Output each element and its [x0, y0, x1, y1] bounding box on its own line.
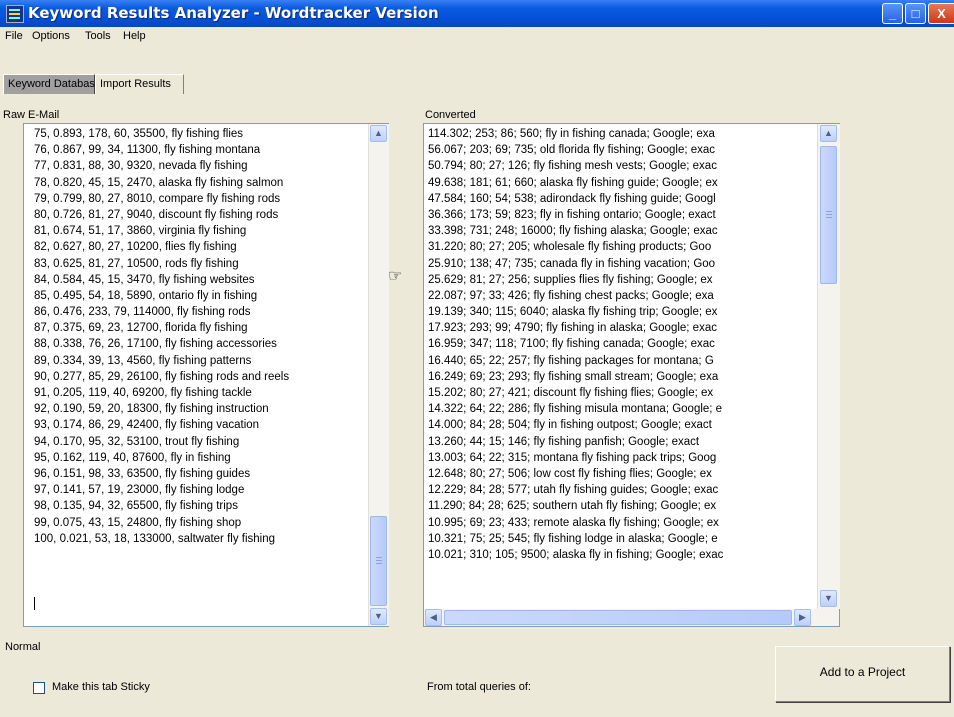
- sticky-checkbox[interactable]: [33, 682, 45, 694]
- pointing-hand-icon: ☞: [388, 268, 403, 285]
- raw-email-line: 92, 0.190, 59, 20, 18300, fly fishing in…: [34, 403, 269, 416]
- raw-scroll-up-button[interactable]: ▲: [370, 125, 387, 142]
- sticky-checkbox-label[interactable]: Make this tab Sticky: [52, 681, 150, 693]
- raw-email-line: 93, 0.174, 86, 29, 42400, fly fishing va…: [34, 419, 260, 432]
- converted-label: Converted: [425, 109, 476, 121]
- converted-line: 10.321; 75; 25; 545; fly fishing lodge i…: [428, 532, 718, 545]
- menu-bar: File Options Tools Help: [0, 27, 954, 46]
- raw-email-line: 99, 0.075, 43, 15, 24800, fly fishing sh…: [34, 516, 242, 529]
- converted-line: 11.290; 84; 28; 625; southern utah fly f…: [428, 500, 717, 513]
- menu-tools[interactable]: Tools: [85, 30, 111, 42]
- window-title: Keyword Results Analyzer - Wordtracker V…: [28, 4, 439, 22]
- raw-email-line: 82, 0.627, 80, 27, 10200, flies fly fish…: [34, 241, 237, 254]
- from-total-label: From total queries of:: [427, 681, 531, 693]
- raw-email-line: 75, 0.893, 178, 60, 35500, fly fishing f…: [34, 128, 244, 140]
- converted-line: 25.910; 138; 47; 735; canada fly in fish…: [428, 257, 716, 270]
- converted-scroll-left-button[interactable]: ◀: [425, 609, 442, 626]
- raw-email-label: Raw E-Mail: [3, 109, 60, 121]
- status-text: Normal: [5, 641, 41, 653]
- raw-email-line: 94, 0.170, 95, 32, 53100, trout fly fish…: [34, 435, 240, 448]
- raw-scroll-thumb[interactable]: [370, 516, 387, 606]
- raw-email-line: 98, 0.135, 94, 32, 65500, fly fishing tr…: [34, 500, 238, 513]
- raw-email-line: 95, 0.162, 119, 40, 87600, fly in fishin…: [34, 451, 231, 464]
- add-to-project-button[interactable]: Add to a Project: [775, 646, 950, 702]
- converted-line: 12.229; 84; 28; 577; utah fly fishing gu…: [428, 484, 719, 497]
- raw-email-line: 77, 0.831, 88, 30, 9320, nevada fly fish…: [34, 160, 248, 173]
- raw-email-line: 83, 0.625, 81, 27, 10500, rods fly fishi…: [34, 257, 239, 270]
- raw-email-line: 86, 0.476, 233, 79, 114000, fly fishing …: [34, 306, 251, 319]
- converted-line: 16.249; 69; 23; 293; fly fishing small s…: [428, 370, 719, 383]
- tab-keyword-database[interactable]: Keyword Database: [3, 74, 101, 94]
- raw-email-line: 87, 0.375, 69, 23, 12700, florida fly fi…: [34, 322, 248, 335]
- raw-email-line: 97, 0.141, 57, 19, 23000, fly fishing lo…: [34, 484, 245, 497]
- raw-scroll-down-button[interactable]: ▼: [370, 608, 387, 625]
- converted-line: 16.959; 347; 118; 7100; fly fishing cana…: [428, 338, 715, 351]
- converted-line: 31.220; 80; 27; 205; wholesale fly fishi…: [428, 241, 712, 254]
- converted-line: 33.398; 731; 248; 16000; fly fishing ala…: [428, 225, 718, 238]
- converted-line: 15.202; 80; 27; 421; discount fly fishin…: [428, 387, 714, 399]
- converted-list: 114.302; 253; 86; 560; fly in fishing ca…: [428, 126, 816, 618]
- raw-email-line: 88, 0.338, 76, 26, 17100, fly fishing ac…: [34, 338, 277, 351]
- app-icon[interactable]: [6, 5, 24, 23]
- title-bar[interactable]: Keyword Results Analyzer - Wordtracker V…: [0, 0, 954, 27]
- converted-line: 17.923; 293; 99; 4790; fly fishing in al…: [428, 322, 717, 335]
- converted-hscroll-thumb[interactable]: [444, 610, 792, 625]
- raw-email-line: 85, 0.495, 54, 18, 5890, ontario fly in …: [34, 289, 258, 302]
- menu-help[interactable]: Help: [123, 30, 146, 42]
- converted-scroll-up-button[interactable]: ▲: [820, 125, 837, 142]
- minimize-button[interactable]: _: [882, 3, 903, 24]
- converted-line: 114.302; 253; 86; 560; fly in fishing ca…: [428, 128, 715, 140]
- raw-email-line: 80, 0.726, 81, 27, 9040, discount fly fi…: [34, 208, 279, 221]
- converted-scroll-right-button[interactable]: ▶: [794, 609, 811, 626]
- converted-line: 10.995; 69; 23; 433; remote alaska fly f…: [428, 516, 719, 529]
- converted-line: 19.139; 340; 115; 6040; alaska fly fishi…: [428, 306, 718, 319]
- close-button[interactable]: X: [928, 3, 954, 24]
- converted-line: 14.322; 64; 22; 286; fly fishing misula …: [428, 403, 723, 416]
- menu-options[interactable]: Options: [32, 30, 70, 42]
- converted-line: 36.366; 173; 59; 823; fly in fishing ont…: [428, 208, 716, 221]
- raw-email-line: 79, 0.799, 80, 27, 8010, compare fly fis…: [34, 192, 281, 205]
- raw-email-line: 100, 0.021, 53, 18, 133000, saltwater fl…: [34, 532, 276, 545]
- converted-line: 50.794; 80; 27; 126; fly fishing mesh ve…: [428, 160, 717, 173]
- converted-line: 47.584; 160; 54; 538; adirondack fly fis…: [428, 192, 716, 205]
- maximize-button[interactable]: □: [905, 3, 926, 24]
- raw-email-line: 76, 0.867, 99, 34, 11300, fly fishing mo…: [34, 144, 261, 157]
- converted-line: 12.648; 80; 27; 506; low cost fly fishin…: [428, 467, 712, 480]
- text-caret: [34, 597, 35, 610]
- converted-scroll-thumb[interactable]: [820, 146, 837, 284]
- converted-line: 16.440; 65; 22; 257; fly fishing package…: [428, 354, 714, 367]
- raw-email-line: 90, 0.277, 85, 29, 26100, fly fishing ro…: [34, 370, 290, 383]
- converted-line: 14.000; 84; 28; 504; fly in fishing outp…: [428, 419, 712, 432]
- raw-email-list: 75, 0.893, 178, 60, 35500, fly fishing f…: [34, 126, 364, 547]
- converted-vertical-scrollbar[interactable]: ▲ ▼: [817, 124, 840, 609]
- converted-line: 13.003; 64; 22; 315; montana fly fishing…: [428, 451, 717, 464]
- raw-email-line: 81, 0.674, 51, 17, 3860, virginia fly fi…: [34, 225, 247, 238]
- converted-line: 13.260; 44; 15; 146; fly fishing panfish…: [428, 435, 700, 448]
- converted-horizontal-scrollbar[interactable]: ◀ ▶: [424, 609, 839, 626]
- converted-scroll-down-button[interactable]: ▼: [820, 590, 837, 607]
- converted-line: 25.629; 81; 27; 256; supplies flies fly …: [428, 273, 713, 286]
- raw-email-line: 96, 0.151, 98, 33, 63500, fly fishing gu…: [34, 467, 251, 480]
- raw-email-line: 84, 0.584, 45, 15, 3470, fly fishing web…: [34, 273, 255, 286]
- converted-line: 10.021; 310; 105; 9500; alaska fly in fi…: [428, 548, 724, 561]
- converted-line: 22.087; 97; 33; 426; fly fishing chest p…: [428, 289, 714, 302]
- raw-vertical-scrollbar[interactable]: ▲ ▼: [368, 124, 389, 626]
- menu-file[interactable]: File: [5, 30, 23, 42]
- raw-email-line: 89, 0.334, 39, 13, 4560, fly fishing pat…: [34, 354, 252, 367]
- raw-email-line: 78, 0.820, 45, 15, 2470, alaska fly fish…: [34, 176, 284, 189]
- tab-import-results[interactable]: Import Results: [95, 74, 184, 94]
- converted-line: 56.067; 203; 69; 735; old florida fly fi…: [428, 144, 716, 157]
- raw-email-line: 91, 0.205, 119, 40, 69200, fly fishing t…: [34, 387, 252, 399]
- converted-line: 49.638; 181; 61; 660; alaska fly fishing…: [428, 176, 718, 189]
